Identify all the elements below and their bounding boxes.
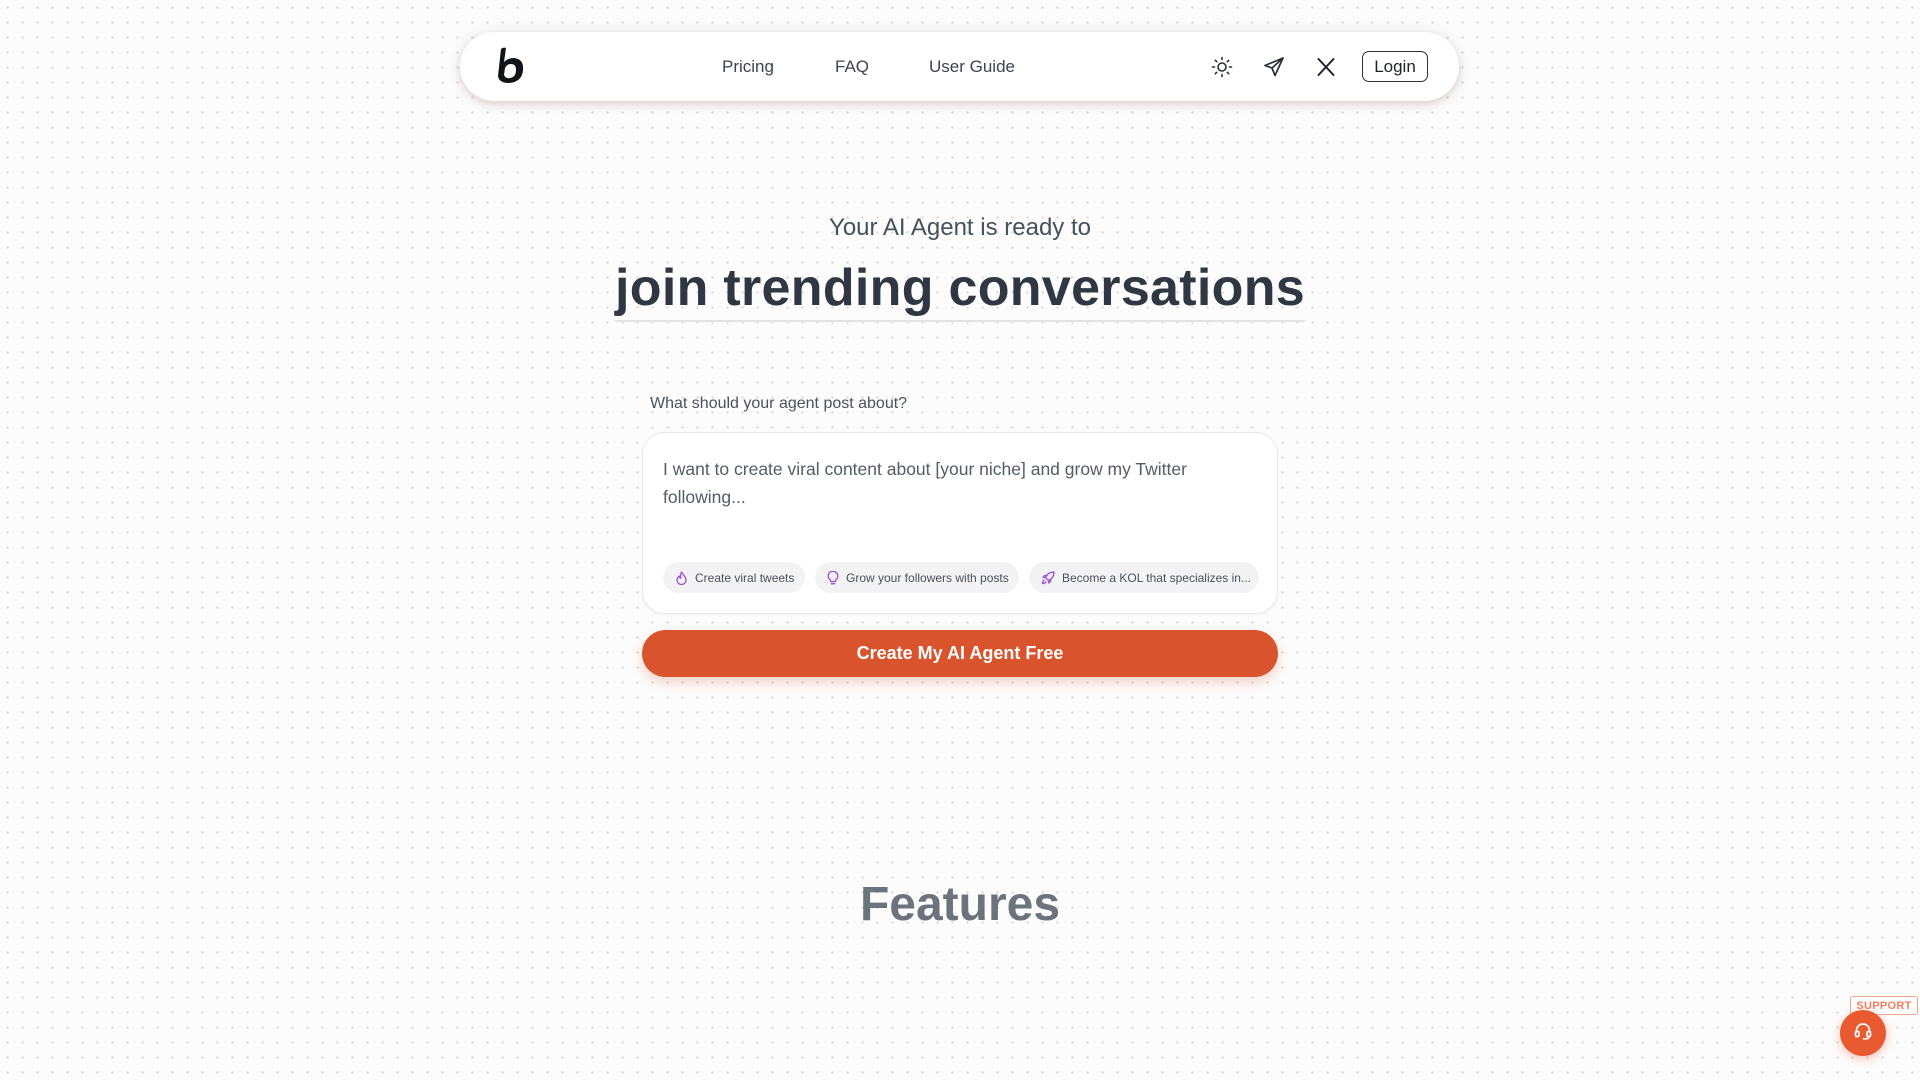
headset-icon (1853, 1021, 1873, 1046)
suggestion-chip-grow-followers[interactable]: Grow your followers with posts (815, 562, 1019, 593)
suggestion-chip-label: Create viral tweets (695, 570, 795, 585)
flame-icon (675, 570, 688, 585)
rocket-icon (1041, 570, 1055, 585)
x-twitter-icon[interactable] (1312, 53, 1340, 81)
suggestion-chip-label: Become a KOL that specializes in... (1062, 570, 1251, 585)
top-navbar: Pricing FAQ User Guide Login (460, 32, 1459, 101)
create-agent-button[interactable]: Create My AI Agent Free (642, 630, 1278, 677)
theme-toggle-sun-icon[interactable] (1208, 53, 1236, 81)
nav-link-faq[interactable]: FAQ (835, 32, 869, 101)
suggestion-chip-label: Grow your followers with posts (846, 570, 1009, 585)
hero-title: join trending conversations (0, 258, 1920, 322)
hero-title-text: join trending conversations (615, 258, 1305, 322)
telegram-send-icon[interactable] (1260, 53, 1288, 81)
support-button[interactable] (1840, 1010, 1886, 1056)
login-button[interactable]: Login (1362, 51, 1428, 82)
lightbulb-icon (827, 570, 839, 585)
hero-subtitle: Your AI Agent is ready to (829, 214, 1091, 241)
nav-link-user-guide[interactable]: User Guide (929, 32, 1015, 101)
suggestion-chip-become-kol[interactable]: Become a KOL that specializes in... (1029, 562, 1259, 593)
prompt-input-box[interactable]: I want to create viral content about [yo… (642, 432, 1278, 614)
suggestion-chip-viral-tweets[interactable]: Create viral tweets (663, 562, 805, 593)
prompt-textarea[interactable]: I want to create viral content about [yo… (663, 455, 1223, 511)
features-heading: Features (859, 878, 1061, 931)
nav-link-pricing[interactable]: Pricing (722, 32, 774, 101)
prompt-label: What should your agent post about? (650, 395, 908, 412)
brand-logo[interactable] (494, 46, 528, 86)
